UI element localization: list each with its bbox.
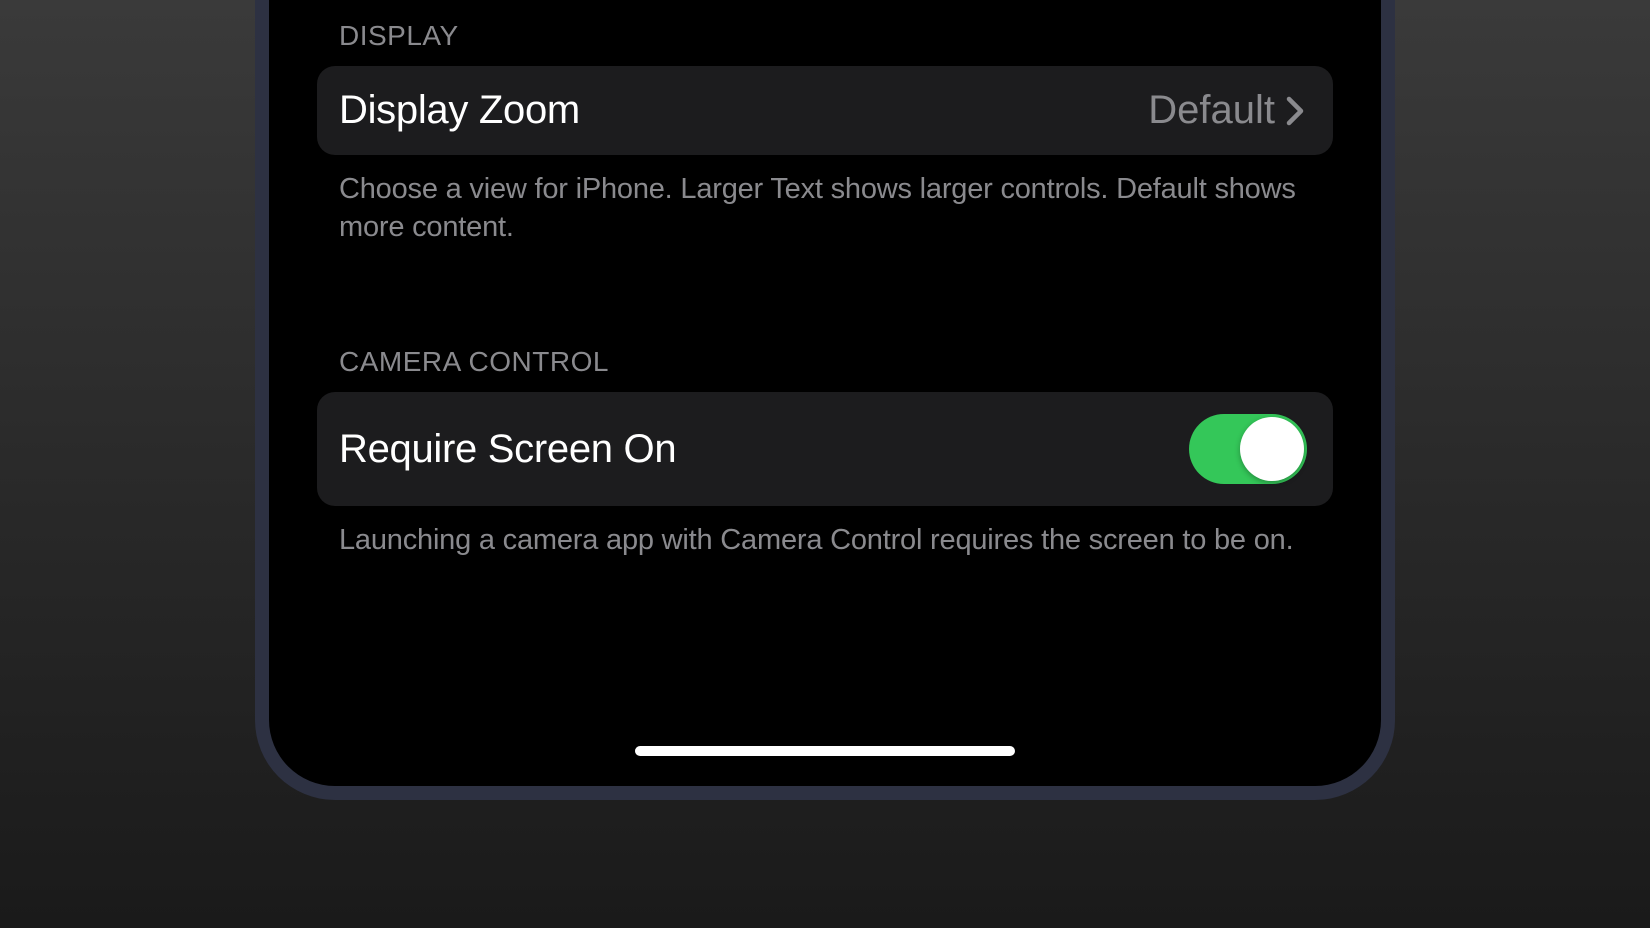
- display-section-footer: Choose a view for iPhone. Larger Text sh…: [317, 155, 1333, 274]
- display-section-header: DISPLAY: [317, 0, 1333, 66]
- display-zoom-label: Display Zoom: [339, 88, 580, 133]
- require-screen-on-row[interactable]: Require Screen On: [317, 392, 1333, 506]
- toggle-knob: [1240, 417, 1304, 481]
- display-zoom-trailing: Default: [1148, 88, 1307, 133]
- phone-frame: DISPLAY Display Zoom Default Choose a vi…: [255, 0, 1395, 800]
- display-zoom-row[interactable]: Display Zoom Default: [317, 66, 1333, 155]
- require-screen-on-toggle[interactable]: [1189, 414, 1307, 484]
- display-zoom-value: Default: [1148, 88, 1275, 133]
- camera-control-section-footer: Launching a camera app with Camera Contr…: [317, 506, 1333, 588]
- camera-control-section-header: CAMERA CONTROL: [317, 316, 1333, 392]
- home-indicator[interactable]: [635, 746, 1015, 756]
- phone-screen: DISPLAY Display Zoom Default Choose a vi…: [299, 0, 1351, 786]
- require-screen-on-label: Require Screen On: [339, 427, 676, 472]
- chevron-right-icon: [1283, 93, 1307, 129]
